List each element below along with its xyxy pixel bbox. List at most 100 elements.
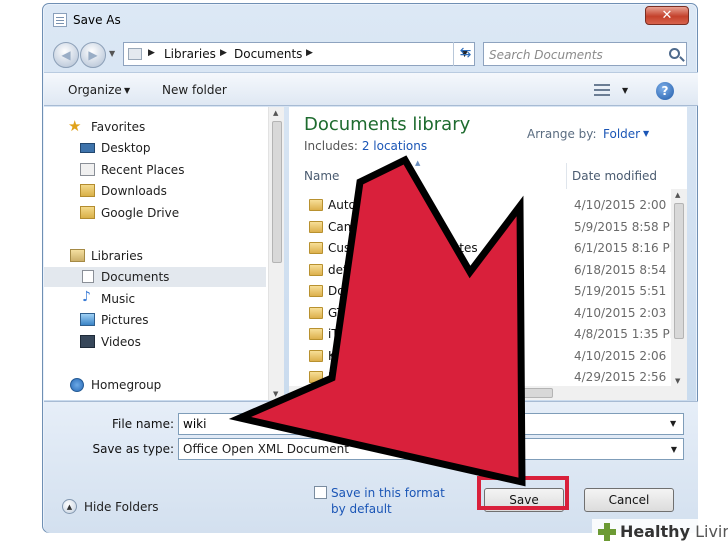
pictures-icon <box>80 313 95 326</box>
close-button[interactable]: ✕ <box>645 6 689 25</box>
save-as-dialog: Save As ✕ ◀ ▶ ▼ ▶ Libraries ▶ Documents … <box>42 3 698 533</box>
window-title: Save As <box>73 13 121 27</box>
save-format-default-checkbox[interactable] <box>314 486 327 499</box>
file-date: 4/8/2015 1:35 PM <box>574 327 681 341</box>
arrange-by-dropdown[interactable]: Folder <box>603 127 640 141</box>
file-name-input[interactable] <box>178 413 684 435</box>
view-options-icon[interactable] <box>594 84 610 96</box>
address-bar[interactable]: ▶ Libraries ▶ Documents ▶ ▼ <box>123 42 475 66</box>
nav-favorites[interactable]: ★ Favorites <box>44 117 266 137</box>
search-input[interactable] <box>489 46 659 63</box>
forward-button[interactable]: ▶ <box>80 42 106 68</box>
nav-item-music[interactable]: ♪ Music <box>44 289 266 309</box>
breadcrumb-arrow-icon[interactable]: ▶ <box>306 48 313 58</box>
folder-icon <box>309 199 323 211</box>
nav-label: Downloads <box>101 184 167 198</box>
forward-arrow-icon: ▶ <box>88 48 98 62</box>
downloads-folder-icon <box>80 184 95 197</box>
vertical-scrollbar-thumb[interactable] <box>674 203 684 339</box>
breadcrumb-arrow-icon[interactable]: ▶ <box>220 48 227 58</box>
watermark: Healthy Living <box>592 519 728 546</box>
scroll-down-icon[interactable]: ▼ <box>273 390 278 398</box>
nav-label: Libraries <box>91 249 143 263</box>
nav-item-google-drive[interactable]: Google Drive <box>44 203 266 223</box>
breadcrumb-arrow-icon[interactable]: ▶ <box>148 48 155 58</box>
breadcrumb-documents[interactable]: Documents <box>234 47 302 61</box>
column-label: Date modified <box>572 169 658 183</box>
file-name-dropdown-icon[interactable]: ▼ <box>670 419 676 428</box>
table-row[interactable]: Camtasia Studio 5/9/2015 8:58 PM <box>289 217 680 238</box>
nav-label: Videos <box>101 335 141 349</box>
nav-item-videos[interactable]: Videos <box>44 332 266 352</box>
nav-item-downloads[interactable]: Downloads <box>44 181 266 201</box>
folder-icon <box>309 306 323 319</box>
folder-icon <box>309 285 323 297</box>
title-bar: Save As ✕ <box>43 4 697 36</box>
column-header-name[interactable]: Name <box>299 163 567 189</box>
table-row[interactable]: Autodesk 4/10/2015 2:00 PM <box>289 195 688 216</box>
new-folder-button[interactable]: New folder <box>162 83 227 97</box>
column-header-date[interactable]: Date modified <box>567 163 671 189</box>
file-list-horizontal-scrollbar[interactable] <box>289 386 687 400</box>
nav-scrollbar-thumb[interactable] <box>272 121 282 263</box>
folder-icon <box>309 349 323 362</box>
watermark-thin: Living <box>695 522 728 541</box>
recent-pages-dropdown-icon[interactable]: ▼ <box>109 49 115 58</box>
search-box[interactable] <box>483 42 687 66</box>
nav-item-desktop[interactable]: Desktop <box>44 138 266 158</box>
horizontal-scrollbar-thumb[interactable] <box>303 388 553 398</box>
refresh-icon: ⇆ <box>459 45 472 61</box>
organize-dropdown-icon[interactable]: ▼ <box>124 86 130 95</box>
view-dropdown-icon[interactable]: ▼ <box>622 86 628 95</box>
scroll-up-icon[interactable]: ▲ <box>273 109 278 117</box>
back-button[interactable]: ◀ <box>53 42 79 68</box>
documents-icon <box>82 270 94 283</box>
table-row[interactable]: Dolphin Emulator 5/19/2015 5:51 PM <box>289 281 688 302</box>
file-name: iTool <box>328 327 355 341</box>
scroll-down-icon[interactable]: ▼ <box>675 377 680 385</box>
save-as-type-select[interactable]: Office Open XML Document ▼ <box>178 438 684 460</box>
file-name: Dolphin Emulator <box>328 284 433 298</box>
nav-item-pictures[interactable]: Pictures <box>44 310 266 330</box>
scroll-up-icon[interactable]: ▲ <box>675 191 680 199</box>
organize-button[interactable]: Organize <box>68 83 122 97</box>
breadcrumb-libraries[interactable]: Libraries <box>164 47 216 61</box>
table-row[interactable]: GTA San Andreas 4/10/2015 2:03 PM <box>289 303 688 324</box>
folder-icon <box>309 220 323 233</box>
nav-label: Favorites <box>91 120 146 134</box>
nav-scrollbar[interactable]: ▲ ▼ <box>268 107 284 400</box>
libraries-icon <box>70 249 85 262</box>
locations-link[interactable]: 2 locations <box>362 139 427 153</box>
file-name: Camtasia Studio <box>328 219 427 234</box>
navigation-pane: ★ Favorites Desktop Recent Places Downlo… <box>44 107 270 400</box>
help-icon[interactable]: ? <box>656 82 674 100</box>
chevron-down-icon: ▼ <box>670 445 677 454</box>
folder-icon <box>309 242 323 254</box>
file-name: detyra kursi <box>328 262 400 277</box>
file-name: Custom Office Templates <box>328 241 478 255</box>
table-row[interactable]: KONAMI 4/10/2015 2:06 PM <box>289 346 688 367</box>
nav-label: Recent Places <box>101 163 185 177</box>
file-list-vertical-scrollbar[interactable]: ▲ ▼ <box>671 189 687 387</box>
nav-libraries[interactable]: Libraries <box>44 246 266 266</box>
file-name: KONAMI <box>328 348 376 363</box>
nav-homegroup[interactable]: Homegroup <box>44 375 266 395</box>
cancel-button[interactable]: Cancel <box>584 488 674 512</box>
nav-label: Pictures <box>101 313 149 327</box>
nav-label: Google Drive <box>101 206 180 220</box>
refresh-button[interactable]: ⇆ <box>453 42 477 66</box>
nav-item-recent-places[interactable]: Recent Places <box>44 160 266 180</box>
table-row[interactable]: Custom Office Templates 6/1/2015 8:16 PM <box>289 238 680 259</box>
nav-item-documents[interactable]: Documents <box>44 267 266 287</box>
table-row[interactable]: detyra kursi 6/18/2015 8:54 PM <box>289 260 688 281</box>
arrange-dropdown-icon[interactable]: ▼ <box>643 129 649 138</box>
save-as-type-value: Office Open XML Document <box>183 442 349 456</box>
search-icon[interactable] <box>669 48 680 59</box>
library-title: Documents library <box>304 114 471 135</box>
save-format-default-label[interactable]: Save in this format by default <box>331 485 461 517</box>
table-row[interactable]: iTool 4/8/2015 1:35 PM <box>289 324 680 345</box>
table-row[interactable]: Nokia Suite 4/29/2015 2:56 PM <box>289 367 688 388</box>
toolbar: Organize ▼ New folder ▼ ? <box>44 72 698 106</box>
recent-places-icon <box>80 163 95 176</box>
watermark-bold: Healthy <box>620 522 690 541</box>
